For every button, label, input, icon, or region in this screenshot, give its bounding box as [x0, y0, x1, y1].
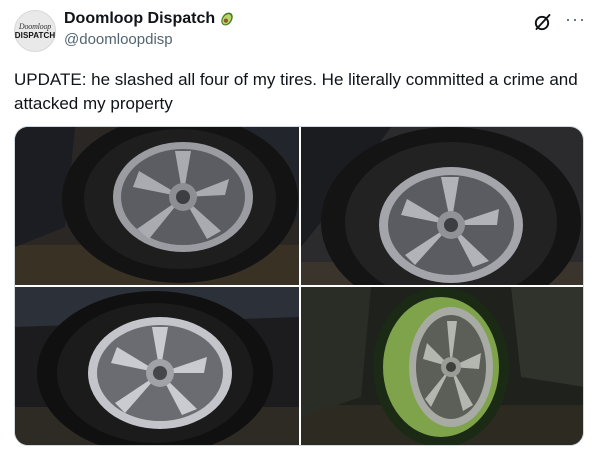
author-identity: Doomloop Dispatch @doomloopdisp: [64, 10, 235, 48]
photo-2[interactable]: [301, 127, 583, 285]
tire-photo-4: [301, 287, 583, 445]
photo-4[interactable]: [301, 287, 583, 445]
tire-photo-3: [15, 287, 299, 445]
avocado-icon: [221, 12, 233, 26]
tweet-card: Doomloop DISPATCH Doomloop Dispatch @doo…: [0, 0, 600, 450]
tire-photo-2: [301, 127, 583, 285]
top-actions: ···: [533, 10, 586, 32]
avatar-logo-line2: DISPATCH: [14, 30, 56, 40]
more-options-icon[interactable]: ···: [565, 10, 586, 28]
media-grid: [14, 126, 584, 446]
photo-1[interactable]: [15, 127, 299, 285]
name-row: Doomloop Dispatch: [64, 10, 235, 28]
grok-icon[interactable]: [533, 12, 553, 32]
avatar[interactable]: Doomloop DISPATCH: [14, 10, 56, 52]
handle[interactable]: @doomloopdisp: [64, 31, 235, 48]
avatar-logo-line1: Doomloop: [18, 21, 52, 31]
tweet-text: UPDATE: he slashed all four of my tires.…: [14, 70, 578, 113]
display-name[interactable]: Doomloop Dispatch: [64, 10, 215, 28]
tire-photo-1: [15, 127, 299, 285]
photo-3[interactable]: [15, 287, 299, 445]
